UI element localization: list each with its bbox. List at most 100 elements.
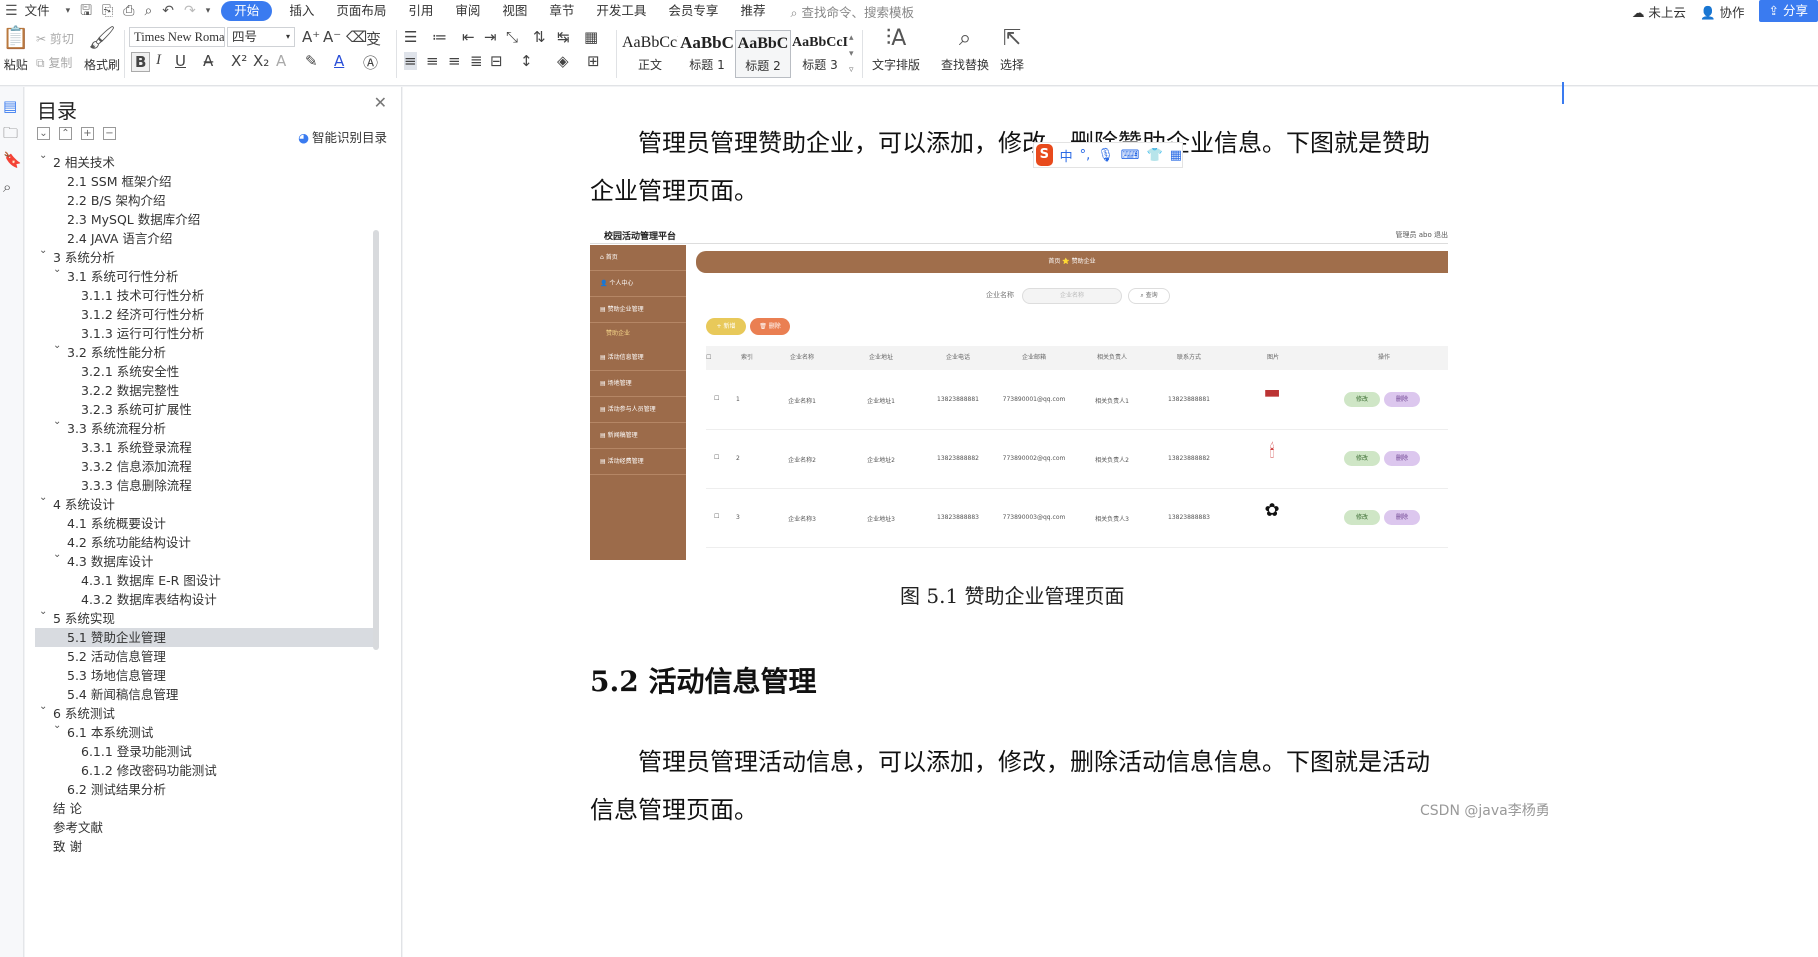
copy-button[interactable]: ⧉ 复制 <box>36 54 72 71</box>
tab-view[interactable]: 视图 <box>491 0 538 22</box>
toc-item[interactable]: 3.1.2 经济可行性分析 <box>35 305 375 324</box>
chevron-down-icon[interactable]: ⌄ <box>39 493 47 503</box>
save-icon[interactable]: 🖫 <box>75 4 97 18</box>
bold-icon[interactable]: B <box>131 52 151 72</box>
align-right-icon[interactable]: ≡ <box>448 52 461 70</box>
toc-icon[interactable]: ▤ <box>3 99 23 114</box>
toc-item[interactable]: ⌄ 3.1 系统可行性分析 <box>35 265 375 286</box>
toc-item[interactable]: 参考文献 <box>35 818 375 837</box>
sort-icon[interactable]: ⇅ <box>533 28 546 46</box>
paste-button[interactable]: 📋 粘贴 <box>2 28 29 73</box>
toc-item[interactable]: 5.4 新闻稿信息管理 <box>35 685 375 704</box>
style-heading-3[interactable]: AaBbCcI 标题 3 <box>792 30 848 78</box>
table-icon[interactable]: ▦ <box>584 28 598 46</box>
punctuation-icon[interactable]: °, <box>1080 149 1091 162</box>
find-icon[interactable]: ⌕ <box>3 180 23 195</box>
font-name-select[interactable]: Times New Roma <box>129 27 225 47</box>
italic-icon[interactable]: I <box>156 52 161 69</box>
toc-item[interactable]: 4.3.2 数据库表结构设计 <box>35 590 375 609</box>
toc-item[interactable]: ⌄ 4.3 数据库设计 <box>35 550 375 571</box>
toc-item[interactable]: 3.3.3 信息删除流程 <box>35 476 375 495</box>
numbering-icon[interactable]: ≔ <box>432 28 447 46</box>
collab-button[interactable]: 👤 协作 <box>1700 2 1745 21</box>
toc-item[interactable]: 致 谢 <box>35 837 375 856</box>
chevron-down-icon[interactable]: ⌄ <box>39 607 47 617</box>
tab-references[interactable]: 引用 <box>397 0 444 22</box>
toc-item[interactable]: 4.1 系统概要设计 <box>35 514 375 533</box>
toc-item[interactable]: ⌄ 6.1 本系统测试 <box>35 721 375 742</box>
phonetic-icon[interactable]: 变 <box>366 28 381 49</box>
microphone-icon[interactable]: 🎙 <box>1097 149 1114 162</box>
chevron-down-icon[interactable]: ⌄ <box>53 721 61 731</box>
tab-recommend[interactable]: 推荐 <box>729 0 776 22</box>
toc-item[interactable]: 3.3.1 系统登录流程 <box>35 438 375 457</box>
collapse-all-icon[interactable]: ⌄ <box>37 127 50 140</box>
style-heading-1[interactable]: AaBbC 标题 1 <box>679 30 735 78</box>
toc-item[interactable]: 结 论 <box>35 799 375 818</box>
select-button[interactable]: ⇱ 选择 <box>1000 28 1024 73</box>
file-menu[interactable]: 文件 <box>23 0 61 22</box>
outdent-icon[interactable]: ⇤ <box>462 28 475 46</box>
toc-item[interactable]: 2.2 B/S 架构介绍 <box>35 191 375 210</box>
chevron-down-icon[interactable]: ⌄ <box>39 702 47 712</box>
distribute-icon[interactable]: ⊟ <box>490 52 503 70</box>
text-effect-icon[interactable]: A <box>276 52 286 70</box>
chevron-down-icon[interactable]: ⌄ <box>53 550 61 560</box>
highlight-icon[interactable]: ✎ <box>305 52 318 70</box>
clear-format-icon[interactable]: ⌫ <box>346 28 367 46</box>
expand-all-icon[interactable]: ⌃ <box>59 127 72 140</box>
toc-item[interactable]: ⌄ 3.3 系统流程分析 <box>35 417 375 438</box>
chevron-down-icon[interactable]: ▾ <box>61 6 76 16</box>
toc-item[interactable]: ⌄ 5 系统实现 <box>35 607 375 628</box>
toc-item[interactable]: 5.3 场地信息管理 <box>35 666 375 685</box>
text-layout-button[interactable]: ⫶A 文字排版 <box>872 28 920 73</box>
close-icon[interactable]: ✕ <box>374 95 387 111</box>
redo-icon[interactable]: ↷ <box>179 4 201 18</box>
toc-item[interactable]: 5.1 赞助企业管理 <box>35 628 375 647</box>
text-direction-icon[interactable]: ⤡ <box>506 28 518 46</box>
toc-item[interactable]: 3.2.2 数据完整性 <box>35 381 375 400</box>
toc-item[interactable]: ⌄ 6 系统测试 <box>35 702 375 723</box>
align-center-icon[interactable]: ≡ <box>426 52 439 70</box>
strikethrough-icon[interactable]: A̶ <box>203 52 213 70</box>
tab-review[interactable]: 审阅 <box>444 0 491 22</box>
justify-icon[interactable]: ≣ <box>470 52 483 70</box>
toc-item[interactable]: 6.1.2 修改密码功能测试 <box>35 761 375 780</box>
toc-item[interactable]: 3.2.3 系统可扩展性 <box>35 400 375 419</box>
borders-icon[interactable]: ⊞ <box>587 52 600 70</box>
tab-page-layout[interactable]: 页面布局 <box>325 0 397 22</box>
chevron-down-icon[interactable]: ⌄ <box>53 341 61 351</box>
chevron-down-icon[interactable]: ⌄ <box>39 151 47 161</box>
find-replace-button[interactable]: ⌕ 查找替换 <box>941 28 989 73</box>
toc-item[interactable]: 3.1.1 技术可行性分析 <box>35 286 375 305</box>
tab-insert[interactable]: 插入 <box>278 0 325 22</box>
grid-icon[interactable]: ▦ <box>1170 149 1182 162</box>
toc-item[interactable]: 3.1.3 运行可行性分析 <box>35 324 375 343</box>
toc-item[interactable]: 3.3.2 信息添加流程 <box>35 457 375 476</box>
smart-toc-button[interactable]: ◕ 智能识别目录 <box>298 127 387 146</box>
bookmark-icon[interactable]: 🔖 <box>3 153 23 168</box>
body-paragraph[interactable]: 管理员管理活动信息，可以添加，修改，删除活动信息信息。下图就是活动 <box>638 738 1430 786</box>
char-border-icon[interactable]: Ⓐ <box>363 52 378 73</box>
spacing-icon[interactable]: ↹ <box>557 28 570 46</box>
toc-scrollbar[interactable] <box>373 230 379 650</box>
toc-item[interactable]: 2.4 JAVA 语言介绍 <box>35 229 375 248</box>
hamburger-icon[interactable]: ☰ <box>0 4 23 18</box>
bullets-icon[interactable]: ☰ <box>404 28 417 46</box>
chevron-down-icon[interactable]: ⌄ <box>53 417 61 427</box>
remove-level-icon[interactable]: − <box>103 127 116 140</box>
toc-item[interactable]: 5.2 活动信息管理 <box>35 647 375 666</box>
superscript-icon[interactable]: X² <box>231 52 247 70</box>
toc-item[interactable]: 2.3 MySQL 数据库介绍 <box>35 210 375 229</box>
chevron-down-icon[interactable]: ⌄ <box>53 265 61 275</box>
keyboard-icon[interactable]: ⌨ <box>1121 149 1140 162</box>
chevron-down-icon[interactable]: ⌄ <box>39 246 47 256</box>
format-painter-button[interactable]: 🖌 格式刷 <box>84 28 120 73</box>
toc-item[interactable]: 4.3.1 数据库 E-R 图设计 <box>35 571 375 590</box>
customize-icon[interactable]: ▾ <box>201 6 216 16</box>
toc-item[interactable]: ⌄ 3 系统分析 <box>35 246 375 267</box>
print-icon[interactable]: ⎙ <box>118 4 139 18</box>
section-heading[interactable]: 5.2 活动信息管理 <box>590 660 816 700</box>
figure-caption[interactable]: 图 5.1 赞助企业管理页面 <box>900 580 1125 609</box>
nav-pane-icon[interactable]: 🗀 <box>3 126 23 141</box>
